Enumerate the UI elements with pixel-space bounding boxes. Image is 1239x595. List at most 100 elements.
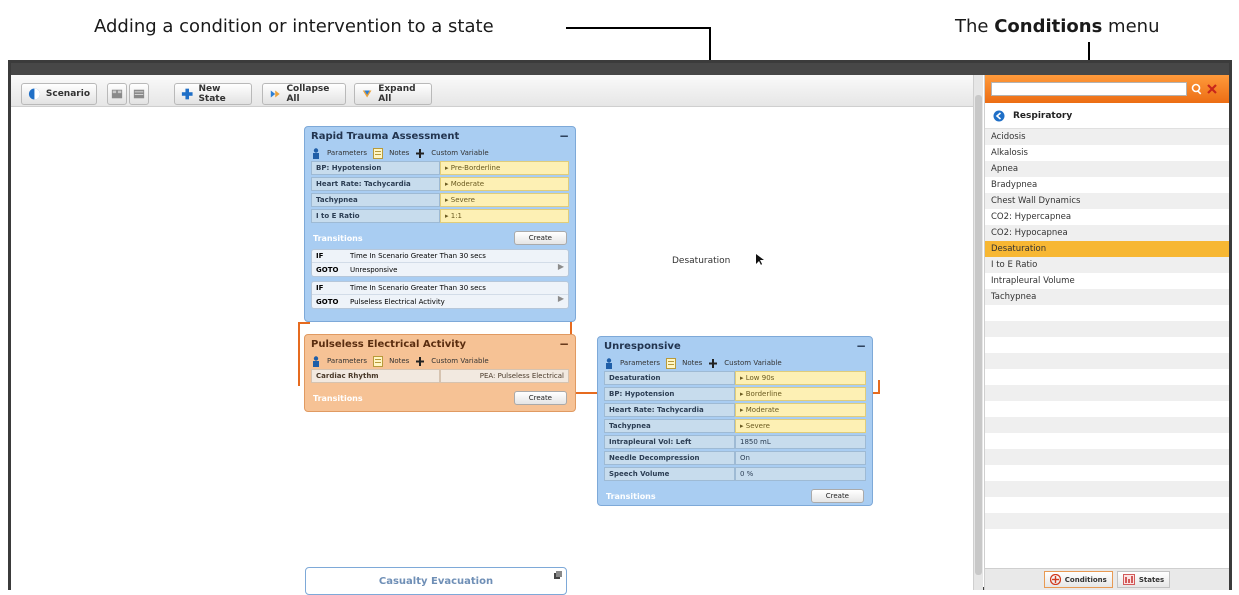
state-unresponsive[interactable]: Unresponsive − Parameters Notes Custom Va… [597, 336, 873, 506]
expand-icon [362, 90, 372, 98]
notes-icon[interactable] [666, 357, 677, 369]
tab-conditions[interactable]: Conditions [1043, 571, 1113, 588]
parameter-value[interactable]: ▸ Low 90s [735, 371, 866, 385]
parameter-value[interactable]: 0 % [735, 467, 866, 481]
transition-arrow-icon[interactable]: ▶ [558, 262, 564, 271]
empty-row [985, 337, 1229, 353]
parameter-name: Speech Volume [604, 467, 735, 481]
transitions-bar: Transitions Create [598, 485, 872, 507]
canvas-scrollbar[interactable] [973, 75, 983, 590]
condition-item[interactable]: CO2: Hypocapnea [985, 225, 1229, 241]
parameter-row[interactable]: Tachypnea ▸ Severe [604, 419, 866, 433]
transition-arrow-icon[interactable]: ▶ [558, 294, 564, 303]
search-input[interactable] [991, 82, 1187, 96]
parameter-name: Intrapleural Vol: Left [604, 435, 735, 449]
state-rapid-trauma-assessment[interactable]: Rapid Trauma Assessment − Parameters Note… [304, 126, 576, 322]
layout-list-button[interactable] [129, 83, 149, 105]
collapse-icon [270, 90, 280, 98]
expand-all-button[interactable]: Expand All [354, 83, 432, 105]
condition-item[interactable]: Bradypnea [985, 177, 1229, 193]
person-icon[interactable] [604, 357, 614, 369]
scenario-canvas[interactable]: Rapid Trauma Assessment − Parameters Note… [11, 108, 979, 595]
parameters-link[interactable]: Parameters [620, 359, 660, 367]
create-transition-button[interactable]: Create [513, 391, 567, 405]
parameter-value[interactable]: ▸ Pre-Borderline [440, 161, 569, 175]
collapse-all-button[interactable]: Collapse All [262, 83, 346, 105]
list-icon [133, 89, 145, 99]
plus-icon[interactable] [708, 358, 718, 369]
parameter-value[interactable]: On [735, 451, 866, 465]
parameter-row[interactable]: BP: Hypotension ▸ Borderline [604, 387, 866, 401]
parameter-row[interactable]: Speech Volume 0 % [604, 467, 866, 481]
condition-item[interactable]: CO2: Hypercapnea [985, 209, 1229, 225]
custom-variable-link[interactable]: Custom Variable [431, 149, 488, 157]
notes-link[interactable]: Notes [682, 359, 702, 367]
empty-row [985, 401, 1229, 417]
parameter-value[interactable]: 1850 mL [735, 435, 866, 449]
condition-item[interactable]: Tachypnea [985, 289, 1229, 305]
transition-condition: Time In Scenario Greater Than 30 secs [350, 284, 486, 292]
condition-item[interactable]: Intrapleural Volume [985, 273, 1229, 289]
parameter-row[interactable]: Desaturation ▸ Low 90s [604, 371, 866, 385]
condition-item[interactable]: Chest Wall Dynamics [985, 193, 1229, 209]
parameter-row[interactable]: I to E Ratio ▸ 1:1 [311, 209, 569, 223]
notes-link[interactable]: Notes [389, 357, 409, 365]
custom-variable-link[interactable]: Custom Variable [724, 359, 781, 367]
panel-search-bar [985, 75, 1229, 103]
parameter-row[interactable]: Tachypnea ▸ Severe [311, 193, 569, 207]
back-arrow-icon[interactable] [993, 110, 1005, 122]
parameter-value[interactable]: ▸ Moderate [735, 403, 866, 417]
parameter-row[interactable]: Needle Decompression On [604, 451, 866, 465]
notes-icon[interactable] [373, 355, 384, 367]
create-transition-button[interactable]: Create [810, 489, 864, 503]
custom-variable-link[interactable]: Custom Variable [431, 357, 488, 365]
condition-item[interactable]: Apnea [985, 161, 1229, 177]
expand-state-icon[interactable] [554, 571, 562, 579]
parameter-row[interactable]: Heart Rate: Tachycardia ▸ Moderate [604, 403, 866, 417]
state-pulseless-electrical-activity[interactable]: Pulseless Electrical Activity − Parameter… [304, 334, 576, 412]
parameter-row[interactable]: Cardiac Rhythm PEA: Pulseless Electrical [311, 369, 569, 383]
notes-link[interactable]: Notes [389, 149, 409, 157]
parameter-row[interactable]: BP: Hypotension ▸ Pre-Borderline [311, 161, 569, 175]
minimize-button[interactable]: − [559, 130, 569, 142]
parameter-value[interactable]: ▸ Severe [440, 193, 569, 207]
condition-item[interactable]: Acidosis [985, 129, 1229, 145]
parameters-link[interactable]: Parameters [327, 357, 367, 365]
state-casualty-evacuation[interactable]: Casualty Evacuation [305, 567, 567, 595]
parameter-row[interactable]: Heart Rate: Tachycardia ▸ Moderate [311, 177, 569, 191]
parameter-row[interactable]: Intrapleural Vol: Left 1850 mL [604, 435, 866, 449]
new-state-button[interactable]: New State [174, 83, 252, 105]
parameter-value[interactable]: ▸ Moderate [440, 177, 569, 191]
parameter-value[interactable]: PEA: Pulseless Electrical [440, 369, 569, 383]
empty-row [985, 465, 1229, 481]
parameters-link[interactable]: Parameters [327, 149, 367, 157]
transition-connector [878, 380, 880, 394]
person-icon[interactable] [311, 147, 321, 159]
layout-grid-button[interactable] [107, 83, 127, 105]
plus-icon[interactable] [415, 148, 425, 159]
notes-icon[interactable] [373, 147, 384, 159]
plus-icon[interactable] [415, 356, 425, 367]
parameter-value[interactable]: ▸ Borderline [735, 387, 866, 401]
category-header[interactable]: Respiratory [985, 103, 1229, 129]
close-icon[interactable] [1207, 84, 1217, 94]
minimize-button[interactable]: − [856, 340, 866, 352]
create-transition-button[interactable]: Create [513, 231, 567, 245]
condition-item[interactable]: Alkalosis [985, 145, 1229, 161]
minimize-button[interactable]: − [559, 338, 569, 350]
empty-row [985, 481, 1229, 497]
person-icon[interactable] [311, 355, 321, 367]
parameter-value[interactable]: ▸ 1:1 [440, 209, 569, 223]
transition-item[interactable]: IF Time In Scenario Greater Than 30 secs … [311, 249, 569, 277]
parameter-name: Tachypnea [311, 193, 440, 207]
scrollbar-thumb[interactable] [975, 95, 982, 575]
condition-item[interactable]: I to E Ratio [985, 257, 1229, 273]
scenario-button[interactable]: Scenario [21, 83, 97, 105]
condition-item-selected[interactable]: Desaturation [985, 241, 1229, 257]
transition-item[interactable]: IF Time In Scenario Greater Than 30 secs … [311, 281, 569, 309]
search-icon[interactable] [1191, 83, 1203, 95]
parameter-value[interactable]: ▸ Severe [735, 419, 866, 433]
state-title: Unresponsive − [598, 337, 872, 355]
tab-states[interactable]: States [1116, 571, 1171, 588]
category-label: Respiratory [1013, 110, 1073, 121]
